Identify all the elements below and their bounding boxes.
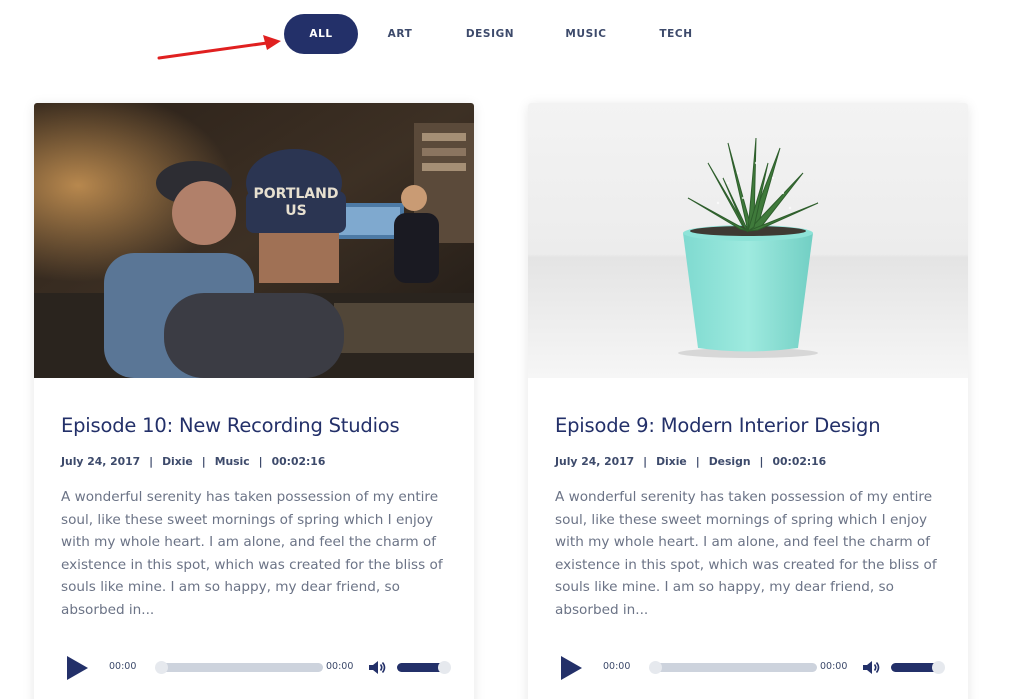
volume-knob[interactable] <box>932 661 945 674</box>
svg-text:PORTLAND: PORTLAND <box>254 186 339 202</box>
play-icon[interactable] <box>561 656 582 680</box>
episode-card: Episode 9: Modern Interior Design July 2… <box>528 103 968 699</box>
episode-excerpt: A wonderful serenity has taken possessio… <box>555 489 937 618</box>
episode-title[interactable]: Episode 9: Modern Interior Design <box>555 414 941 437</box>
current-time: 00:00 <box>603 661 631 672</box>
filter-tech[interactable]: TECH <box>656 14 696 54</box>
filter-music[interactable]: MUSIC <box>562 14 610 54</box>
progress-bar[interactable] <box>155 661 323 674</box>
red-arrow-annotation <box>157 35 281 60</box>
episode-category[interactable]: Music <box>215 455 250 468</box>
episode-author[interactable]: Dixie <box>656 455 687 468</box>
volume-slider[interactable] <box>397 661 451 674</box>
episode-card: PORTLAND US Episode 10: New Recording St… <box>34 103 474 699</box>
succulent-plant-photo[interactable] <box>528 103 968 378</box>
meta-separator: | <box>643 455 648 468</box>
progress-knob[interactable] <box>649 661 662 674</box>
progress-knob[interactable] <box>155 661 168 674</box>
episode-date[interactable]: July 24, 2017 <box>555 455 634 468</box>
play-icon[interactable] <box>67 656 88 680</box>
total-time: 00:00 <box>820 661 848 672</box>
meta-separator: | <box>759 455 764 468</box>
volume-slider[interactable] <box>891 661 945 674</box>
episode-title[interactable]: Episode 10: New Recording Studios <box>61 414 447 437</box>
episode-date[interactable]: July 24, 2017 <box>61 455 140 468</box>
recording-studio-photo[interactable]: PORTLAND US <box>34 103 474 378</box>
filter-all[interactable]: ALL <box>284 14 358 54</box>
volume-knob[interactable] <box>438 661 451 674</box>
progress-bar[interactable] <box>649 661 817 674</box>
card-body: Episode 9: Modern Interior Design July 2… <box>555 378 941 622</box>
total-time: 00:00 <box>326 661 354 672</box>
meta-separator: | <box>695 455 700 468</box>
episode-excerpt: A wonderful serenity has taken possessio… <box>61 489 443 618</box>
meta-separator: | <box>258 455 263 468</box>
meta-separator: | <box>149 455 154 468</box>
episode-author[interactable]: Dixie <box>162 455 193 468</box>
filter-art[interactable]: ART <box>380 14 420 54</box>
volume-icon[interactable] <box>863 660 881 675</box>
episode-duration: 00:02:16 <box>772 455 827 468</box>
filter-design[interactable]: DESIGN <box>462 14 518 54</box>
audio-player: 00:00 00:00 <box>561 656 951 680</box>
current-time: 00:00 <box>109 661 137 672</box>
svg-text:US: US <box>285 203 306 219</box>
episode-meta: July 24, 2017 | Dixie | Music | 00:02:16 <box>61 455 447 468</box>
episode-category[interactable]: Design <box>709 455 751 468</box>
volume-icon[interactable] <box>369 660 387 675</box>
episode-duration: 00:02:16 <box>271 455 326 468</box>
card-body: Episode 10: New Recording Studios July 2… <box>61 378 447 622</box>
episode-meta: July 24, 2017 | Dixie | Design | 00:02:16 <box>555 455 941 468</box>
audio-player: 00:00 00:00 <box>67 656 457 680</box>
meta-separator: | <box>201 455 206 468</box>
